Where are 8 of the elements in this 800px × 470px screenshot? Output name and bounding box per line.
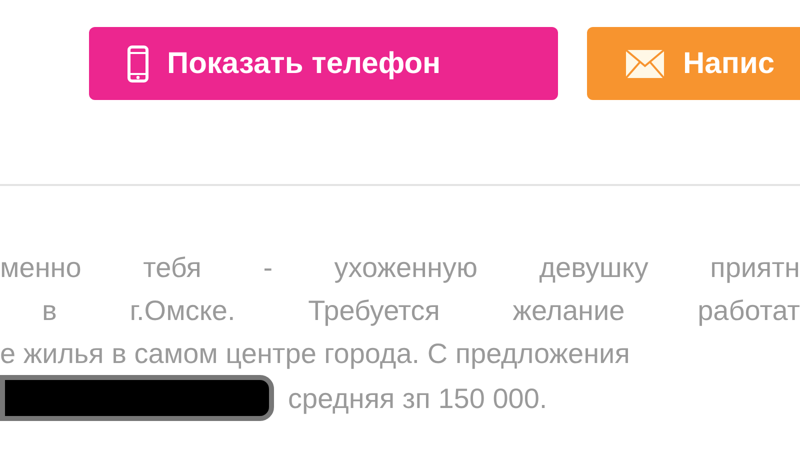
description-line: в г.Омске. Требуется желание работат [42, 294, 800, 328]
description-line: средняя зп 150 000. [288, 382, 548, 416]
phone-icon [127, 44, 149, 82]
description-line: менно тебя - ухоженную девушку приятн [0, 251, 800, 285]
description-line: е жилья в самом центре города. С предложения [0, 337, 630, 371]
write-message-button[interactable]: Напис [587, 27, 800, 100]
mail-icon [625, 48, 665, 78]
show-phone-button[interactable]: Показать телефон [89, 27, 558, 100]
